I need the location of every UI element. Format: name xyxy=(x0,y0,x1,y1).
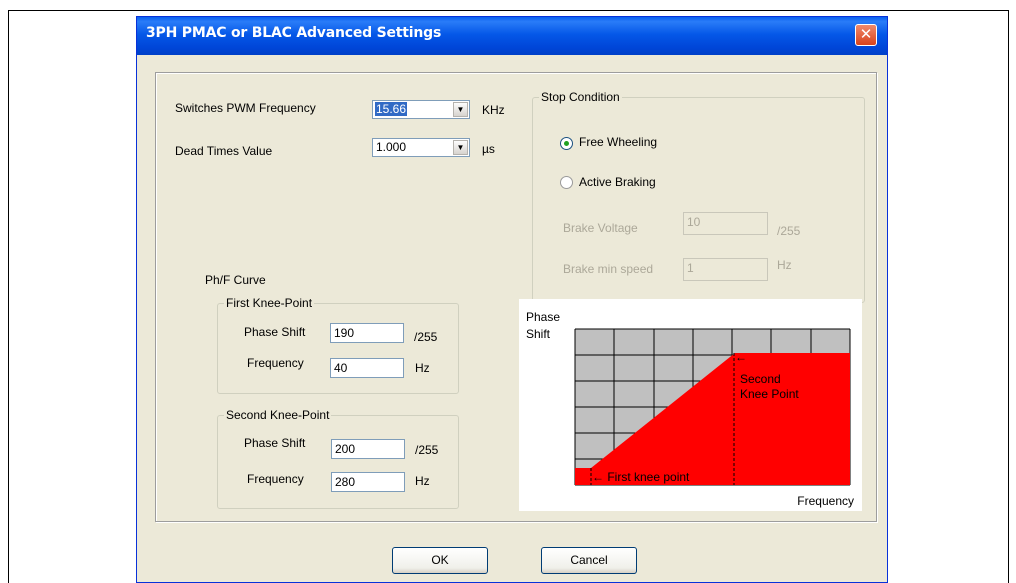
y-axis-label-2: Shift xyxy=(526,327,551,341)
brake-min-speed-label: Brake min speed xyxy=(563,262,654,276)
pwm-frequency-select[interactable]: 15.66 ▼ xyxy=(372,100,470,119)
second-phase-shift-input[interactable]: 200 xyxy=(331,439,405,459)
dead-times-label: Dead Times Value xyxy=(175,144,273,158)
second-frequency-label: Frequency xyxy=(247,472,304,486)
second-knee-arrow: ← xyxy=(735,350,747,364)
dialog-title: 3PH PMAC or BLAC Advanced Settings xyxy=(146,25,442,41)
first-phase-shift-input[interactable]: 190 xyxy=(330,323,404,343)
first-frequency-value: 40 xyxy=(334,361,348,375)
second-frequency-input[interactable]: 280 xyxy=(331,472,405,492)
second-knee-label-2: Knee Point xyxy=(740,387,799,401)
first-frequency-label: Frequency xyxy=(247,356,304,370)
brake-voltage-label: Brake Voltage xyxy=(563,221,638,235)
x-axis-label: Frequency xyxy=(797,494,854,508)
first-knee-label: ← First knee point xyxy=(592,470,690,484)
first-phase-shift-label: Phase Shift xyxy=(244,325,306,339)
second-phase-shift-unit: /255 xyxy=(415,443,439,457)
ph-f-curve-diagram: ← First knee point ← Second Knee Point P… xyxy=(519,299,862,511)
first-knee-title: First Knee-Point xyxy=(224,296,315,310)
curve-title: Ph/F Curve xyxy=(205,273,266,287)
second-phase-shift-value: 200 xyxy=(335,442,356,456)
brake-voltage-unit: /255 xyxy=(777,224,801,238)
close-button[interactable]: ✕ xyxy=(855,24,877,46)
first-phase-shift-value: 190 xyxy=(334,326,355,340)
pwm-frequency-unit: KHz xyxy=(482,103,505,117)
second-frequency-unit: Hz xyxy=(415,474,430,488)
dead-times-select[interactable]: 1.000 ▼ xyxy=(372,138,470,157)
dead-times-unit: µs xyxy=(482,142,495,156)
stop-condition-title: Stop Condition xyxy=(539,90,622,104)
brake-voltage-value: 10 xyxy=(687,215,701,229)
second-frequency-value: 280 xyxy=(335,475,356,489)
brake-min-speed-input[interactable]: 1 xyxy=(683,258,768,281)
y-axis-label-1: Phase xyxy=(526,310,560,324)
title-bar[interactable]: 3PH PMAC or BLAC Advanced Settings ✕ xyxy=(137,17,887,55)
second-knee-title: Second Knee-Point xyxy=(224,408,332,422)
chevron-down-icon[interactable]: ▼ xyxy=(453,140,468,155)
active-braking-radio[interactable] xyxy=(560,176,573,189)
brake-min-speed-value: 1 xyxy=(687,261,694,275)
first-phase-shift-unit: /255 xyxy=(414,330,438,344)
free-wheeling-label[interactable]: Free Wheeling xyxy=(579,135,657,149)
pwm-frequency-value: 15.66 xyxy=(375,102,408,116)
dead-times-value: 1.000 xyxy=(376,140,407,154)
second-knee-label-1: Second xyxy=(740,372,781,386)
ok-button[interactable]: OK xyxy=(392,547,488,574)
pwm-frequency-label: Switches PWM Frequency xyxy=(175,101,316,115)
ph-f-curve-svg: ← First knee point ← Second Knee Point P… xyxy=(526,310,854,508)
brake-min-speed-unit: Hz xyxy=(777,258,792,272)
cancel-button[interactable]: Cancel xyxy=(541,547,637,574)
advanced-settings-dialog: 3PH PMAC or BLAC Advanced Settings ✕ Swi… xyxy=(136,16,888,583)
active-braking-label[interactable]: Active Braking xyxy=(579,175,656,189)
first-frequency-unit: Hz xyxy=(415,361,430,375)
chevron-down-icon[interactable]: ▼ xyxy=(453,102,468,117)
second-knee-group: Second Knee-Point xyxy=(217,408,459,509)
second-phase-shift-label: Phase Shift xyxy=(244,436,306,450)
first-knee-group: First Knee-Point xyxy=(217,296,459,394)
close-icon: ✕ xyxy=(859,25,873,43)
brake-voltage-input[interactable]: 10 xyxy=(683,212,768,235)
free-wheeling-radio[interactable] xyxy=(560,137,573,150)
first-frequency-input[interactable]: 40 xyxy=(330,358,404,378)
